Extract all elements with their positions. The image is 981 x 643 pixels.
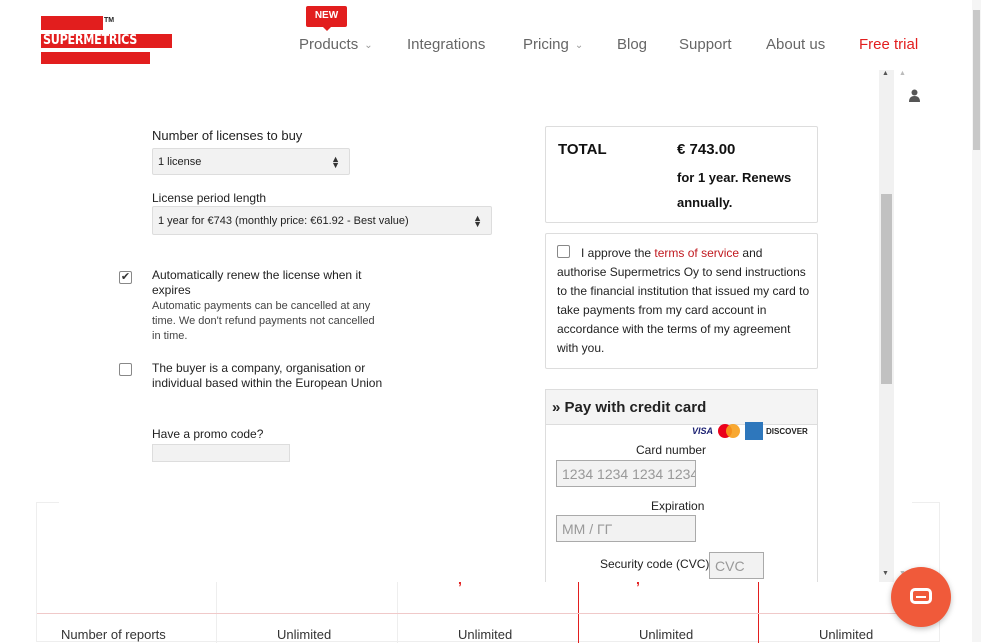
nav-free-trial[interactable]: Free trial <box>859 36 918 53</box>
expiration-label: Expiration <box>651 499 705 513</box>
scroll-down-arrow-icon[interactable]: ▼ <box>882 570 889 577</box>
auto-renew-checkbox[interactable]: ✔ <box>119 271 132 284</box>
purchase-modal: Number of licenses to buy 1 license ▲ ▼ L… <box>59 70 879 582</box>
mastercard-icon <box>716 423 742 439</box>
eu-company-checkbox[interactable] <box>119 363 132 376</box>
nav-pricing[interactable]: Pricing ⌄ <box>523 36 583 53</box>
promo-code-input[interactable] <box>152 444 290 462</box>
discover-icon: DISCOVER <box>766 426 808 436</box>
modal-scrollbar[interactable]: ▲ ▼ <box>879 70 894 582</box>
table-cell: Unlimited <box>458 627 513 642</box>
licenses-value: 1 license <box>158 155 202 168</box>
nav-integrations[interactable]: Integrations <box>407 36 485 53</box>
select-arrows-icon: ▲ ▼ <box>473 212 482 229</box>
trademark-mark: TM <box>104 17 115 24</box>
card-brands: VISA DISCOVER <box>692 422 808 440</box>
licenses-label: Number of licenses to buy <box>152 128 303 143</box>
period-value: 1 year for €743 (monthly price: €61.92 -… <box>158 214 409 227</box>
auto-renew-label: Automatically renew the license when it … <box>152 268 362 297</box>
total-amount: € 743.00 <box>677 141 736 158</box>
total-box: TOTAL € 743.00 for 1 year. Renews annual… <box>545 126 818 223</box>
supermetrics-logo[interactable]: SUPERMETRICS TM <box>41 16 175 66</box>
nav-pricing-label: Pricing <box>523 36 569 53</box>
chevron-down-icon: ⌄ <box>574 40 584 51</box>
scroll-up-arrow-icon[interactable]: ▲ <box>899 70 906 77</box>
table-cell: Unlimited <box>639 627 694 642</box>
logo-text: SUPERMETRICS <box>43 33 138 48</box>
expiration-input[interactable]: MM / ГГ <box>556 515 696 542</box>
period-select[interactable]: 1 year for €743 (monthly price: €61.92 -… <box>152 206 492 235</box>
table-cell: Unlimited <box>277 627 332 642</box>
cvc-label: Security code (CVC) <box>600 557 710 571</box>
terms-of-service-link[interactable]: terms of service <box>654 246 739 260</box>
approve-terms-text: I approve the terms of service and autho… <box>557 244 815 358</box>
chat-button[interactable] <box>891 567 951 627</box>
top-navigation: SUPERMETRICS TM NEW Products ⌄ Integratio… <box>0 0 972 70</box>
chevron-down-icon: ⌄ <box>364 40 373 51</box>
visa-icon: VISA <box>692 426 714 436</box>
card-number-input[interactable]: 1234 1234 1234 1234 <box>556 460 696 487</box>
scroll-up-arrow-icon[interactable]: ▲ <box>882 70 889 77</box>
period-label: License period length <box>152 191 267 205</box>
approve-text-before: I approve the <box>581 246 655 260</box>
nav-products[interactable]: Products ⌄ <box>299 36 373 53</box>
table-cell: Unlimited <box>819 627 874 642</box>
chat-bubble-icon <box>910 588 932 604</box>
scrollbar-thumb[interactable] <box>881 194 892 384</box>
nav-products-label: Products <box>299 36 359 53</box>
pay-with-credit-card-header[interactable]: » Pay with credit card <box>545 389 818 425</box>
secondary-scrollbar[interactable]: ▲ ▼ <box>894 70 912 582</box>
user-icon[interactable] <box>909 89 920 105</box>
eu-company-label: The buyer is a company, organisation or … <box>152 361 383 390</box>
approve-terms-box: I approve the terms of service and autho… <box>545 233 818 369</box>
row-label-number-of-reports: Number of reports <box>61 627 166 642</box>
card-number-label: Card number <box>636 443 707 457</box>
cvc-input[interactable]: CVC <box>709 552 764 579</box>
amex-icon <box>745 422 764 440</box>
nav-about[interactable]: About us <box>766 36 825 53</box>
page-scrollbar-thumb[interactable] <box>973 10 980 150</box>
nav-support[interactable]: Support <box>679 36 732 53</box>
page-scrollbar[interactable] <box>972 0 981 642</box>
auto-renew-note: Automatic payments can be cancelled at a… <box>152 300 375 342</box>
nav-blog[interactable]: Blog <box>617 36 647 53</box>
licenses-select[interactable]: 1 license ▲ ▼ <box>152 148 350 175</box>
approve-text-after: and authorise Supermetrics Oy to send in… <box>557 246 810 355</box>
select-arrows-icon: ▲ ▼ <box>331 153 340 170</box>
promo-label: Have a promo code? <box>152 427 264 441</box>
total-note: for 1 year. Renews annually. <box>677 170 792 210</box>
new-badge: NEW <box>306 6 347 31</box>
total-label: TOTAL <box>558 141 607 158</box>
